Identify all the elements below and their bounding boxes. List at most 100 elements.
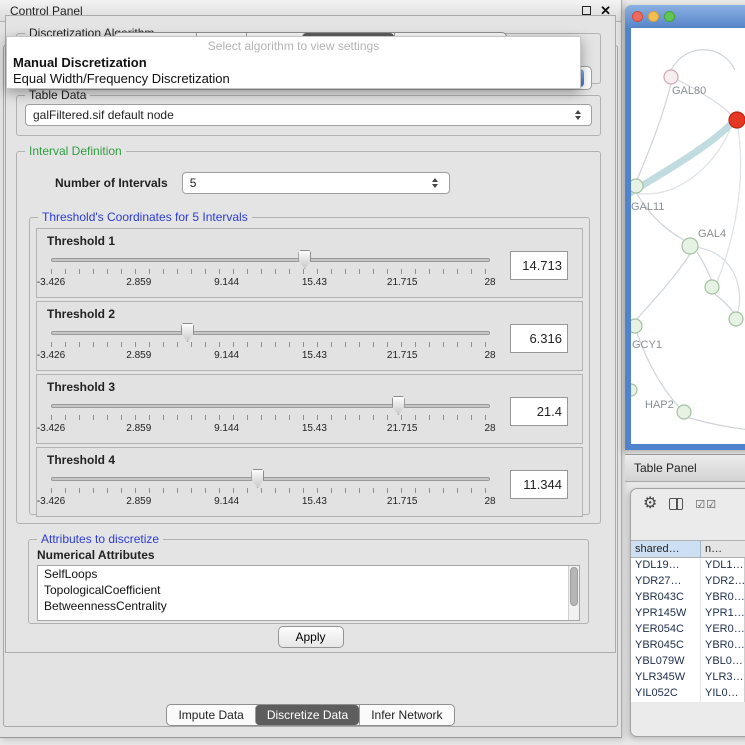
control-panel-window: Control Panel ✕ Network Style Select Cyn… [0,0,622,738]
list-item[interactable]: SelfLoops [38,566,579,582]
network-node[interactable] [682,238,698,254]
network-node[interactable] [631,384,637,396]
numerical-attributes-list: SelfLoops TopologicalCoefficient Between… [37,565,580,621]
threshold-3-box: Threshold 3 -3.426 2.859 9.144 15.43 21.… [36,374,583,444]
network-node[interactable] [677,405,691,419]
tab-impute-data[interactable]: Impute Data [167,705,254,725]
slider-track[interactable] [51,477,490,481]
slider-scale: -3.426 2.859 9.144 15.43 21.715 28 [51,350,490,362]
scale-label: 28 [484,423,495,434]
slider-track[interactable] [51,258,490,262]
table-row[interactable]: YIL052CYIL0… [631,686,745,702]
table-row[interactable]: YPR145WYPR1… [631,606,745,622]
table-toolbar: ⚙ ☑☑ [631,489,745,519]
table-row[interactable]: YDR27…YDR2… [631,574,745,590]
table-body: YDL19…YDL1… YDR27…YDR2… YBR043CYBR0… YPR… [631,558,745,702]
table-data-combobox[interactable]: galFiltered.sif default node [25,104,592,126]
threshold-2-value-field[interactable]: 6.316 [510,324,568,353]
slider-track[interactable] [51,404,490,408]
threshold-4-slider: -3.426 2.859 9.144 15.43 21.715 28 [51,468,490,512]
scale-label: 21.715 [387,496,418,507]
tab-infer-network[interactable]: Infer Network [359,705,453,725]
zoom-traffic-light-icon[interactable] [664,11,675,22]
checkbox-icons[interactable]: ☑☑ [695,498,717,511]
tab-label: Infer Network [371,708,442,722]
threshold-3-value-field[interactable]: 21.4 [510,397,568,426]
column-header-name[interactable]: n… [701,541,745,557]
dropdown-option-manual-discretization[interactable]: Manual Discretization [7,55,580,71]
dropdown-option-equal-width-frequency[interactable]: Equal Width/Frequency Discretization [7,71,580,87]
table-row[interactable]: YBR043CYBR0… [631,590,745,606]
table-row[interactable]: YDL19…YDL1… [631,558,745,574]
network-window-titlebar[interactable] [625,5,745,28]
slider-scale: -3.426 2.859 9.144 15.43 21.715 28 [51,277,490,289]
cell: YLR3… [701,670,745,686]
table-row[interactable]: YER054CYER0… [631,622,745,638]
combo-stepper-icon[interactable] [571,110,584,120]
slider-track[interactable] [51,331,490,335]
scale-label: 9.144 [214,496,239,507]
minimize-traffic-light-icon[interactable] [648,11,659,22]
slider-ticks [51,269,490,274]
scrollbar-thumb[interactable] [570,567,578,606]
thresholds-group: Threshold's Coordinates for 5 Intervals … [29,210,590,515]
scale-label: -3.426 [37,423,65,434]
network-node[interactable] [631,319,642,333]
table-panel-window: ⚙ ☑☑ shared… n… YDL19…YDL1… YDR27…YDR2… … [630,488,745,737]
slider-thumb[interactable] [298,250,311,269]
scale-label: 21.715 [387,350,418,361]
threshold-2-slider: -3.426 2.859 9.144 15.43 21.715 28 [51,322,490,366]
cell: YDL19… [631,558,701,574]
scale-label: 2.859 [126,277,151,288]
threshold-4-box: Threshold 4 -3.426 2.859 9.144 15.43 21.… [36,447,583,517]
threshold-1-value-field[interactable]: 14.713 [510,251,568,280]
dropdown-placeholder: Select algorithm to view settings [7,39,580,55]
combo-stepper-icon[interactable] [429,178,442,188]
network-node[interactable] [705,280,719,294]
list-item[interactable]: BetweennessCentrality [38,598,579,614]
scale-label: 15.43 [302,277,327,288]
scale-label: -3.426 [37,277,65,288]
network-node-red[interactable] [729,112,745,128]
slider-thumb[interactable] [392,396,405,415]
scale-label: 15.43 [302,496,327,507]
slider-ticks [51,488,490,493]
table-data-group: Table Data galFiltered.sif default node [16,88,601,136]
close-traffic-light-icon[interactable] [632,11,643,22]
network-node[interactable] [729,312,743,326]
cell: YBL0… [701,654,745,670]
cell: YBL079W [631,654,701,670]
table-row[interactable]: YLR345WYLR3… [631,670,745,686]
apply-button[interactable]: Apply [278,626,344,648]
restore-icon[interactable] [582,6,591,15]
numerical-attributes-heading: Numerical Attributes [37,548,588,562]
table-panel-header[interactable]: Table Panel [625,454,745,482]
group-title: Interval Definition [25,144,126,158]
table-header-row: shared… n… [631,540,745,558]
list-item[interactable]: TopologicalCoefficient [38,582,579,598]
table-row[interactable]: YBR045CYBR0… [631,638,745,654]
column-header-shared[interactable]: shared… [631,541,701,557]
cell: YBR045C [631,638,701,654]
slider-ticks [51,415,490,420]
group-title: Threshold's Coordinates for 5 Intervals [38,210,252,224]
tab-discretize-data[interactable]: Discretize Data [255,705,359,725]
attributes-to-discretize-group: Attributes to discretize Numerical Attri… [28,532,589,624]
list-scrollbar[interactable] [568,566,579,620]
scale-label: 9.144 [214,423,239,434]
slider-thumb[interactable] [181,323,194,342]
slider-thumb[interactable] [251,469,264,488]
gear-icon[interactable]: ⚙ [643,496,657,512]
column-selector-icon[interactable] [669,498,683,510]
threshold-4-value-field[interactable]: 11.344 [510,470,568,499]
number-of-intervals-combobox[interactable]: 5 [182,172,450,194]
network-canvas[interactable]: GAL80 GAL11 GAL4 GCY1 HAP2 [631,28,745,444]
table-row[interactable]: YBL079WYBL0… [631,654,745,670]
tab-label: Discretize Data [267,708,348,722]
scale-label: 28 [484,350,495,361]
interval-definition-group: Interval Definition Number of Intervals … [16,144,601,524]
node-label: HAP2 [645,399,674,411]
network-node[interactable] [631,179,643,193]
group-title: Attributes to discretize [37,532,163,546]
network-node[interactable] [664,70,678,84]
